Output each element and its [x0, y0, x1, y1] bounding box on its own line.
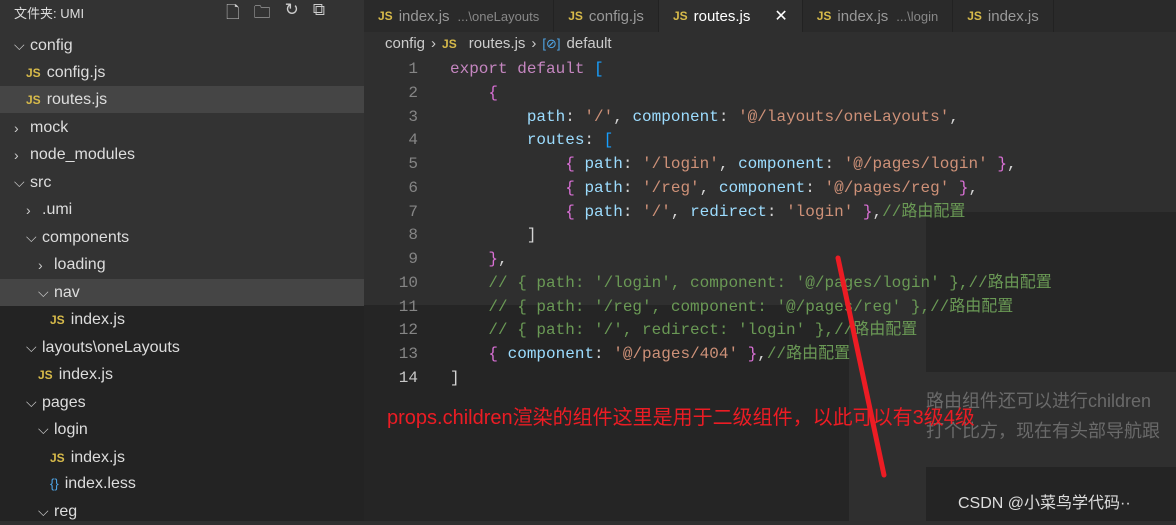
- red-line: [835, 255, 887, 478]
- watermark: CSDN @小菜鸟学代码··: [958, 495, 1131, 512]
- annotation-arrow-line: [835, 255, 887, 478]
